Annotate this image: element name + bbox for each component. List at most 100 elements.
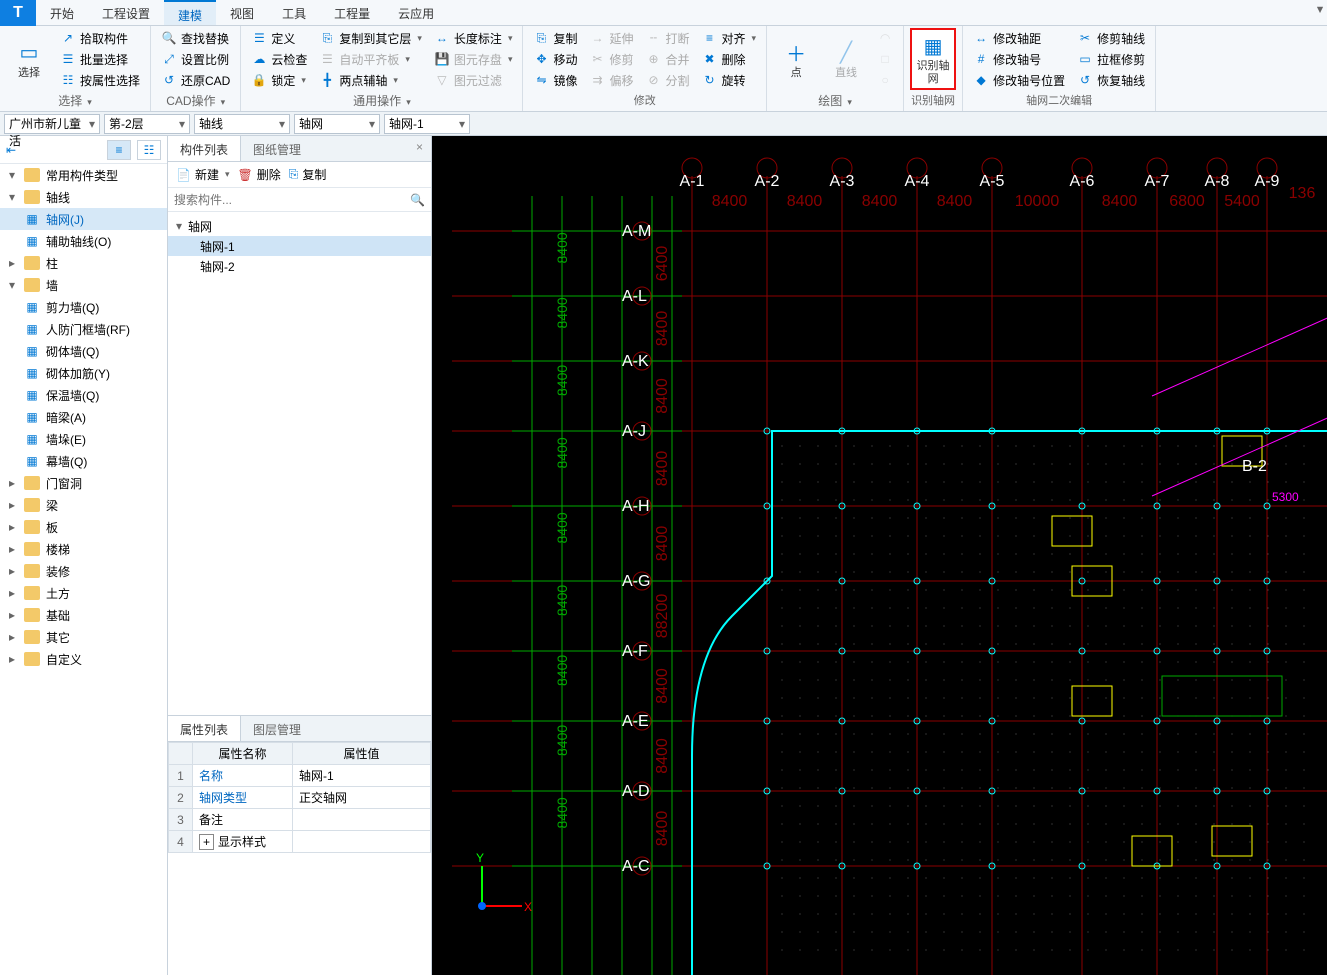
tree-category[interactable]: ▸基础 — [0, 604, 167, 626]
length-dim-button[interactable]: ↔长度标注▾ — [430, 28, 517, 48]
tab-properties[interactable]: 属性列表 — [168, 716, 241, 741]
tab-project-settings[interactable]: 工程设置 — [88, 0, 164, 25]
component-tree[interactable]: ▾常用构件类型▾轴线▦轴网(J)▦辅助轴线(O)▸柱▾墙▦剪力墙(Q)▦人防门框… — [0, 164, 167, 975]
tab-component-list[interactable]: 构件列表 — [168, 136, 241, 161]
svg-text:A-4: A-4 — [905, 173, 930, 190]
panel-close-button[interactable]: × — [408, 136, 431, 161]
tree-category[interactable]: ▾墙 — [0, 274, 167, 296]
move-button[interactable]: ✥移动 — [529, 49, 581, 69]
new-button[interactable]: 📄新建▾ — [176, 166, 230, 183]
tree-category[interactable]: ▸梁 — [0, 494, 167, 516]
svg-text:8400: 8400 — [554, 655, 570, 686]
tree-item[interactable]: ▦保温墙(Q) — [0, 384, 167, 406]
group-cad-label: CAD操作 ▾ — [157, 93, 234, 111]
tree-item[interactable]: ▦人防门框墙(RF) — [0, 318, 167, 340]
search-input[interactable] — [174, 193, 410, 207]
component-list[interactable]: ▾轴网 轴网-1 轴网-2 — [168, 212, 431, 715]
type-select[interactable]: 轴网 — [294, 114, 380, 134]
tree-category[interactable]: ▸楼梯 — [0, 538, 167, 560]
tree-item[interactable]: ▦幕墙(Q) — [0, 450, 167, 472]
svg-text:A-3: A-3 — [830, 173, 855, 190]
point-button[interactable]: ＋点 — [773, 28, 819, 90]
copy-item-button[interactable]: ⎘复制 — [289, 166, 327, 183]
modify-axis-dist-button[interactable]: ↔修改轴距 — [969, 28, 1069, 48]
tree-category[interactable]: ▸装修 — [0, 560, 167, 582]
svg-text:6400: 6400 — [654, 246, 671, 282]
tab-layers[interactable]: 图层管理 — [241, 716, 313, 741]
list-item[interactable]: 轴网-2 — [168, 256, 431, 276]
delete-button[interactable]: ✖删除 — [698, 49, 761, 69]
define-button[interactable]: ☰定义 — [247, 28, 311, 48]
modify-axis-num-button[interactable]: #修改轴号 — [969, 49, 1069, 69]
tab-view[interactable]: 视图 — [216, 0, 268, 25]
elem-save-button: 💾图元存盘▾ — [430, 49, 517, 69]
cloud-check-button[interactable]: ☁云检查 — [247, 49, 311, 69]
tab-start[interactable]: 开始 — [36, 0, 88, 25]
svg-text:A-M: A-M — [622, 223, 651, 240]
align-button[interactable]: ≡对齐▾ — [698, 28, 761, 48]
tree-category[interactable]: ▸其它 — [0, 626, 167, 648]
copy-button[interactable]: ⎘复制 — [529, 28, 581, 48]
tree-category[interactable]: ▾轴线 — [0, 186, 167, 208]
svg-text:8400: 8400 — [1102, 193, 1138, 210]
list-view-button[interactable]: ≡ — [107, 140, 131, 160]
instance-select[interactable]: 轴网-1 — [384, 114, 470, 134]
find-replace-button[interactable]: 🔍查找替换 — [157, 28, 234, 48]
floor-select[interactable]: 第-2层 — [104, 114, 190, 134]
trim-axis-button[interactable]: ✂修剪轴线 — [1073, 28, 1149, 48]
tree-item[interactable]: ▦墙垛(E) — [0, 428, 167, 450]
tree-item[interactable]: ▦砌体墙(Q) — [0, 340, 167, 362]
tab-cloud[interactable]: 云应用 — [384, 0, 448, 25]
box-icon: ▭ — [1077, 51, 1093, 67]
svg-text:10000: 10000 — [1015, 193, 1060, 210]
category-select[interactable]: 轴线 — [194, 114, 290, 134]
drawing-canvas[interactable]: A-1A-2A-3A-4A-5A-6A-7A-8A-98400840084008… — [432, 136, 1327, 975]
modify-axis-pos-button[interactable]: ◆修改轴号位置 — [969, 70, 1069, 90]
property-table[interactable]: 属性名称属性值 1名称轴网-1 2轴网类型正交轴网 3备注 4+显示样式 — [168, 742, 431, 975]
tab-modeling[interactable]: 建模 — [164, 0, 216, 25]
restore-axis-button[interactable]: ↺恢复轴线 — [1073, 70, 1149, 90]
left-panel: ⇤ ≡ ☷ ▾常用构件类型▾轴线▦轴网(J)▦辅助轴线(O)▸柱▾墙▦剪力墙(Q… — [0, 136, 168, 975]
list-item[interactable]: 轴网-1 — [168, 236, 431, 256]
tree-item[interactable]: ▦轴网(J) — [0, 208, 167, 230]
svg-text:A-L: A-L — [622, 288, 647, 305]
lock-button[interactable]: 🔒锁定▾ — [247, 70, 311, 90]
restore-cad-button[interactable]: ↺还原CAD — [157, 70, 234, 90]
tab-tools[interactable]: 工具 — [268, 0, 320, 25]
line-button[interactable]: ╱直线 — [823, 28, 869, 90]
tree-category[interactable]: ▸自定义 — [0, 648, 167, 670]
define-icon: ☰ — [251, 30, 267, 46]
set-scale-button[interactable]: ⤢设置比例 — [157, 49, 234, 69]
select-by-prop-button[interactable]: ☷按属性选择 — [56, 70, 144, 90]
delete-item-button[interactable]: 🗑删除 — [238, 166, 281, 183]
tree-category[interactable]: ▸土方 — [0, 582, 167, 604]
svg-text:A-F: A-F — [622, 643, 648, 660]
recognize-grid-button[interactable]: ▦识别轴网 — [910, 28, 956, 90]
list-parent[interactable]: ▾轴网 — [168, 216, 431, 236]
tab-drawing-mgmt[interactable]: 图纸管理 — [241, 136, 313, 161]
mirror-button[interactable]: ⇋镜像 — [529, 70, 581, 90]
point-icon: ＋ — [782, 39, 810, 67]
two-point-axis-button[interactable]: ╋两点辅轴▾ — [315, 70, 426, 90]
tree-category[interactable]: ▾常用构件类型 — [0, 164, 167, 186]
grid-view-button[interactable]: ☷ — [137, 140, 161, 160]
box-trim-button[interactable]: ▭拉框修剪 — [1073, 49, 1149, 69]
select-button[interactable]: ▭ 选择 — [6, 28, 52, 90]
tree-item[interactable]: ▦砌体加筋(Y) — [0, 362, 167, 384]
table-row: 2轴网类型正交轴网 — [169, 787, 431, 809]
rotate-button[interactable]: ↻旋转 — [698, 70, 761, 90]
tree-item[interactable]: ▦剪力墙(Q) — [0, 296, 167, 318]
copy-to-layer-button[interactable]: ⎘复制到其它层▾ — [315, 28, 426, 48]
pick-component-button[interactable]: ↗拾取构件 — [56, 28, 144, 48]
batch-select-button[interactable]: ☰批量选择 — [56, 49, 144, 69]
svg-text:8400: 8400 — [554, 365, 570, 396]
app-logo: T — [0, 0, 36, 26]
tree-category[interactable]: ▸柱 — [0, 252, 167, 274]
tree-category[interactable]: ▸板 — [0, 516, 167, 538]
tree-category[interactable]: ▸门窗洞 — [0, 472, 167, 494]
search-go-icon[interactable]: 🔍 — [410, 193, 425, 207]
tree-item[interactable]: ▦辅助轴线(O) — [0, 230, 167, 252]
project-select[interactable]: 广州市新儿童活 — [4, 114, 100, 134]
tree-item[interactable]: ▦暗梁(A) — [0, 406, 167, 428]
tab-quantity[interactable]: 工程量 — [320, 0, 384, 25]
